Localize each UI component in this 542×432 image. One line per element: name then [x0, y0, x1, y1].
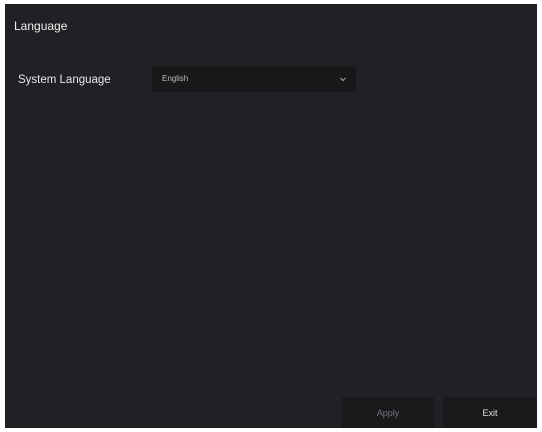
system-language-label: System Language — [18, 74, 111, 86]
page-title: Language — [14, 19, 68, 33]
chevron-down-icon — [340, 77, 346, 82]
exit-button[interactable]: Exit — [443, 397, 537, 428]
system-language-select[interactable]: English — [152, 66, 356, 92]
language-settings-panel: Language System Language English Apply E… — [5, 4, 537, 428]
system-language-value: English — [162, 74, 189, 83]
apply-button[interactable]: Apply — [342, 397, 434, 428]
